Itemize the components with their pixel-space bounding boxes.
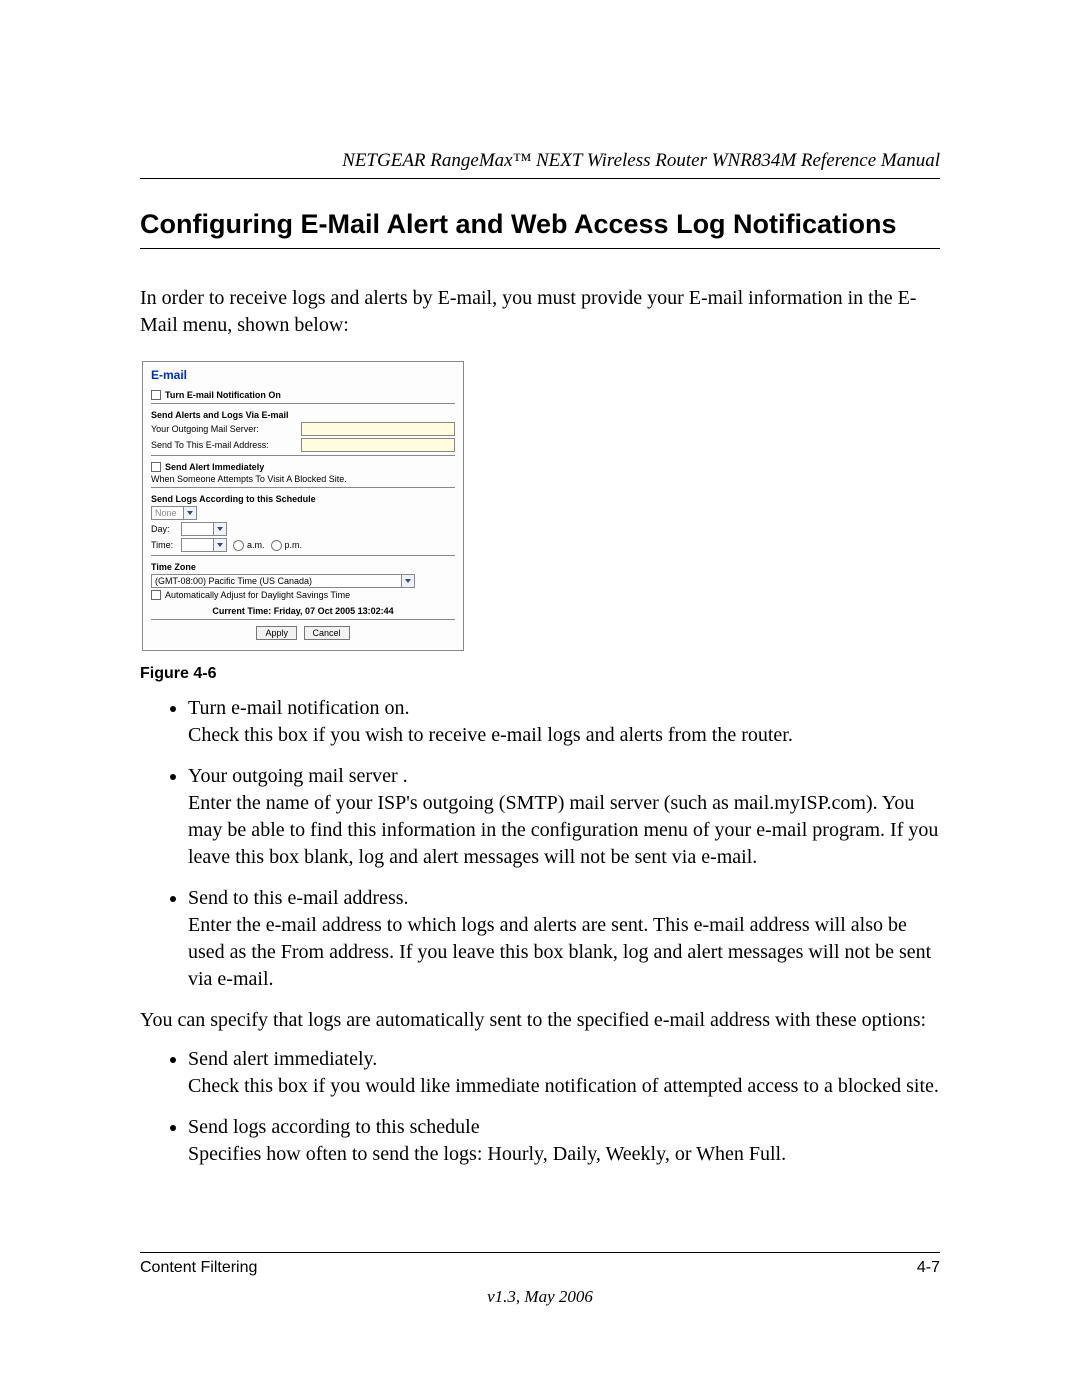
- label-mail-server: Your Outgoing Mail Server:: [151, 424, 301, 434]
- bullet-head: Send to this e-mail address.: [188, 887, 409, 909]
- label-time: Time:: [151, 540, 181, 550]
- footer-left: Content Filtering: [140, 1259, 257, 1277]
- footer-version: v1.3, May 2006: [140, 1287, 940, 1307]
- label-email-address: Send To This E-mail Address:: [151, 440, 301, 450]
- select-timezone-value: (GMT-08:00) Pacific Time (US Canada): [155, 576, 312, 586]
- bullet-body: Enter the name of your ISP's outgoing (S…: [188, 792, 938, 868]
- checkbox-dst[interactable]: [151, 590, 161, 600]
- chevron-down-icon: [213, 523, 226, 535]
- select-schedule-value: None: [155, 508, 177, 518]
- bullet-body: Check this box if you would like immedia…: [188, 1075, 939, 1097]
- intro-paragraph: In order to receive logs and alerts by E…: [140, 285, 940, 339]
- title-rule: [140, 248, 940, 249]
- row-day: Day:: [151, 522, 455, 536]
- bullet-body: Enter the e-mail address to which logs a…: [188, 914, 931, 990]
- bullet-outgoing-server: Your outgoing mail server . Enter the na…: [188, 763, 940, 871]
- bullet-send-alert-immediately: Send alert immediately. Check this box i…: [188, 1046, 940, 1100]
- row-dst: Automatically Adjust for Daylight Saving…: [151, 590, 455, 600]
- bullet-send-to-address: Send to this e-mail address. Enter the e…: [188, 885, 940, 993]
- rule-3: [151, 487, 455, 488]
- rule-4: [151, 555, 455, 556]
- rule-5: [151, 619, 455, 620]
- label-pm: p.m.: [285, 540, 303, 550]
- chevron-down-icon: [401, 575, 414, 587]
- bullet-body: Specifies how often to send the logs: Ho…: [188, 1143, 786, 1165]
- label-turn-notif-on: Turn E-mail Notification On: [165, 390, 281, 400]
- label-dst: Automatically Adjust for Daylight Saving…: [165, 590, 350, 600]
- row-mail-server: Your Outgoing Mail Server:: [151, 422, 455, 436]
- row-turn-notif-on: Turn E-mail Notification On: [151, 390, 455, 400]
- figure-caption: Figure 4-6: [140, 665, 940, 683]
- bullet-turn-notif-on: Turn e-mail notification on. Check this …: [188, 695, 940, 749]
- page-footer: Content Filtering 4-7 v1.3, May 2006: [140, 1252, 940, 1307]
- panel-title: E-mail: [151, 368, 455, 382]
- chevron-down-icon: [213, 539, 226, 551]
- header-rule: [140, 178, 940, 179]
- chevron-down-icon: [183, 507, 196, 519]
- button-row: Apply Cancel: [151, 626, 455, 640]
- heading-schedule: Send Logs According to this Schedule: [151, 494, 455, 504]
- page: NETGEAR RangeMax™ NEXT Wireless Router W…: [0, 0, 1080, 1397]
- apply-button[interactable]: Apply: [256, 626, 297, 640]
- row-email-address: Send To This E-mail Address:: [151, 438, 455, 452]
- row-schedule-select: None: [151, 506, 455, 520]
- bullet-head: Send alert immediately.: [188, 1048, 377, 1070]
- bullet-list-2: Send alert immediately. Check this box i…: [140, 1046, 940, 1168]
- bullet-body: Check this box if you wish to receive e-…: [188, 724, 793, 746]
- mid-paragraph: You can specify that logs are automatica…: [140, 1007, 940, 1034]
- select-day[interactable]: [181, 522, 227, 536]
- rule-1: [151, 403, 455, 404]
- rule-2: [151, 455, 455, 456]
- text-alert-immediately-desc: When Someone Attempts To Visit A Blocked…: [151, 474, 455, 484]
- select-schedule[interactable]: None: [151, 506, 197, 520]
- running-header: NETGEAR RangeMax™ NEXT Wireless Router W…: [140, 150, 940, 172]
- heading-send-alerts-logs: Send Alerts and Logs Via E-mail: [151, 410, 455, 420]
- checkbox-turn-notif-on[interactable]: [151, 390, 161, 400]
- input-mail-server[interactable]: [301, 422, 455, 436]
- label-day: Day:: [151, 524, 181, 534]
- heading-timezone: Time Zone: [151, 562, 455, 572]
- select-timezone[interactable]: (GMT-08:00) Pacific Time (US Canada): [151, 574, 415, 588]
- email-config-panel: E-mail Turn E-mail Notification On Send …: [142, 361, 464, 651]
- row-time: Time: a.m. p.m.: [151, 538, 455, 552]
- radio-am[interactable]: [233, 540, 244, 551]
- radio-pm[interactable]: [271, 540, 282, 551]
- row-timezone: (GMT-08:00) Pacific Time (US Canada): [151, 574, 455, 588]
- bullet-head: Turn e-mail notification on.: [188, 697, 409, 719]
- text-current-time: Current Time: Friday, 07 Oct 2005 13:02:…: [151, 606, 455, 616]
- label-am: a.m.: [247, 540, 265, 550]
- cancel-button[interactable]: Cancel: [304, 626, 350, 640]
- footer-page-number: 4-7: [917, 1259, 940, 1277]
- footer-rule: [140, 1252, 940, 1253]
- bullet-send-logs-schedule: Send logs according to this schedule Spe…: [188, 1114, 940, 1168]
- checkbox-alert-immediately[interactable]: [151, 462, 161, 472]
- bullet-head: Your outgoing mail server .: [188, 765, 408, 787]
- input-email-address[interactable]: [301, 438, 455, 452]
- section-title: Configuring E-Mail Alert and Web Access …: [140, 209, 940, 240]
- bullet-list-1: Turn e-mail notification on. Check this …: [140, 695, 940, 993]
- row-alert-immediately: Send Alert Immediately: [151, 462, 455, 472]
- select-time[interactable]: [181, 538, 227, 552]
- bullet-head: Send logs according to this schedule: [188, 1116, 480, 1138]
- figure-email-panel: E-mail Turn E-mail Notification On Send …: [142, 361, 940, 651]
- label-alert-immediately: Send Alert Immediately: [165, 462, 264, 472]
